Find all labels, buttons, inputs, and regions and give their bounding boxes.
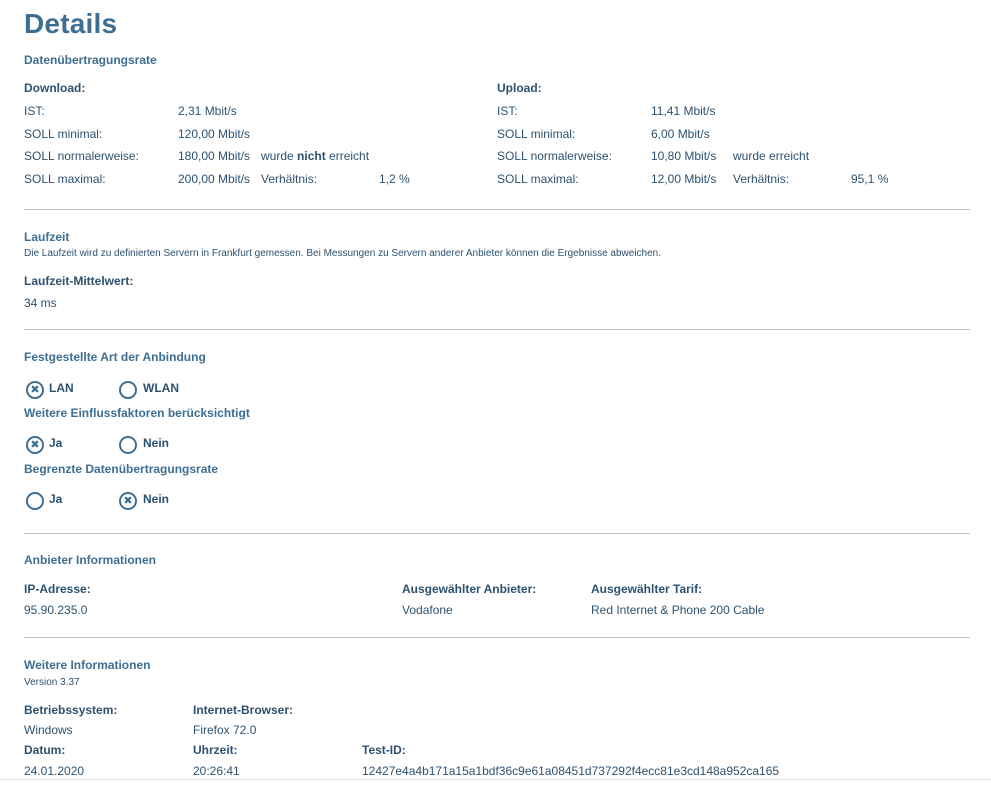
radio-limited-yes-label: Ja [49,492,63,506]
download-max-value: 200,00 Mbit/s [178,172,251,186]
tariff-label: Ausgewählter Tarif: [591,582,703,596]
upload-min-value: 6,00 Mbit/s [651,127,710,141]
selected-x-icon: ✖ [123,494,133,507]
radio-factors-yes[interactable]: ✖ [26,436,44,454]
upload-ratio-value: 95,1 % [851,172,889,186]
radio-lan-label: LAN [49,381,74,395]
divider [24,209,970,210]
time-label: Uhrzeit: [193,743,238,757]
provider-heading: Anbieter Informationen [24,553,157,567]
page-title: Details [24,8,118,39]
download-ist-label: IST: [24,104,45,118]
upload-max-label: SOLL maximal: [497,172,579,186]
more-heading: Weitere Informationen [24,658,151,672]
rate-heading: Datenübertragungsrate [24,53,157,67]
date-label: Datum: [24,743,66,757]
radio-lan[interactable]: ✖ [26,381,44,399]
status-post: erreicht [325,149,370,163]
factors-heading: Weitere Einflussfaktoren berücksichtigt [24,406,250,420]
time-value: 20:26:41 [193,764,240,778]
radio-limited-no[interactable]: ✖ [119,492,137,510]
download-normal-status: wurde nicht erreicht [261,149,369,163]
download-max-label: SOLL maximal: [24,172,106,186]
page-bottom-border [0,779,991,780]
radio-limited-no-label: Nein [143,492,170,506]
testid-label: Test-ID: [362,743,406,757]
browser-value: Firefox 72.0 [193,723,257,737]
selected-x-icon: ✖ [30,383,40,396]
radio-wlan-label: WLAN [143,381,179,395]
radio-factors-no[interactable] [119,436,137,454]
latency-heading: Laufzeit [24,230,70,244]
status-negation: nicht [297,149,326,163]
status-pre: wurde [261,149,298,163]
testid-value: 12427e4a4b171a15a1bdf36c9e61a08451d73729… [362,764,780,778]
radio-wlan[interactable] [119,381,137,399]
latency-description: Die Laufzeit wird zu definierten Servern… [24,248,662,259]
radio-limited-yes[interactable] [26,492,44,510]
upload-max-value: 12,00 Mbit/s [651,172,717,186]
divider [24,533,970,534]
download-ist-value: 2,31 Mbit/s [178,104,237,118]
download-normal-label: SOLL normalerweise: [24,149,139,163]
upload-min-label: SOLL minimal: [497,127,576,141]
connection-heading: Festgestellte Art der Anbindung [24,350,206,364]
browser-label: Internet-Browser: [193,703,294,717]
download-heading: Download: [24,81,86,95]
upload-ratio-label: Verhältnis: [733,172,790,186]
tariff-value: Red Internet & Phone 200 Cable [591,603,765,617]
upload-normal-label: SOLL normalerweise: [497,149,612,163]
download-ratio-value: 1,2 % [379,172,410,186]
upload-heading: Upload: [497,81,542,95]
os-label: Betriebssystem: [24,703,118,717]
divider [24,329,970,330]
details-page: Details Datenübertragungsrate Download: … [0,0,991,793]
provider-value: Vodafone [402,603,453,617]
upload-normal-value: 10,80 Mbit/s [651,149,717,163]
download-normal-value: 180,00 Mbit/s [178,149,251,163]
provider-label: Ausgewählter Anbieter: [402,582,537,596]
download-min-label: SOLL minimal: [24,127,103,141]
upload-ist-value: 11,41 Mbit/s [651,104,716,118]
divider [24,637,970,638]
radio-factors-no-label: Nein [143,436,170,450]
limited-heading: Begrenzte Datenübertragungsrate [24,462,219,476]
selected-x-icon: ✖ [30,438,40,451]
upload-normal-status: wurde erreicht [733,149,810,163]
upload-ist-label: IST: [497,104,518,118]
ip-label: IP-Adresse: [24,582,91,596]
latency-mean-label: Laufzeit-Mittelwert: [24,274,134,288]
ip-value: 95.90.235.0 [24,603,88,617]
date-value: 24.01.2020 [24,764,85,778]
download-ratio-label: Verhältnis: [261,172,318,186]
download-min-value: 120,00 Mbit/s [178,127,251,141]
os-value: Windows [24,723,73,737]
version-text: Version 3.37 [24,677,80,688]
radio-factors-yes-label: Ja [49,436,63,450]
latency-mean-value: 34 ms [24,296,57,310]
